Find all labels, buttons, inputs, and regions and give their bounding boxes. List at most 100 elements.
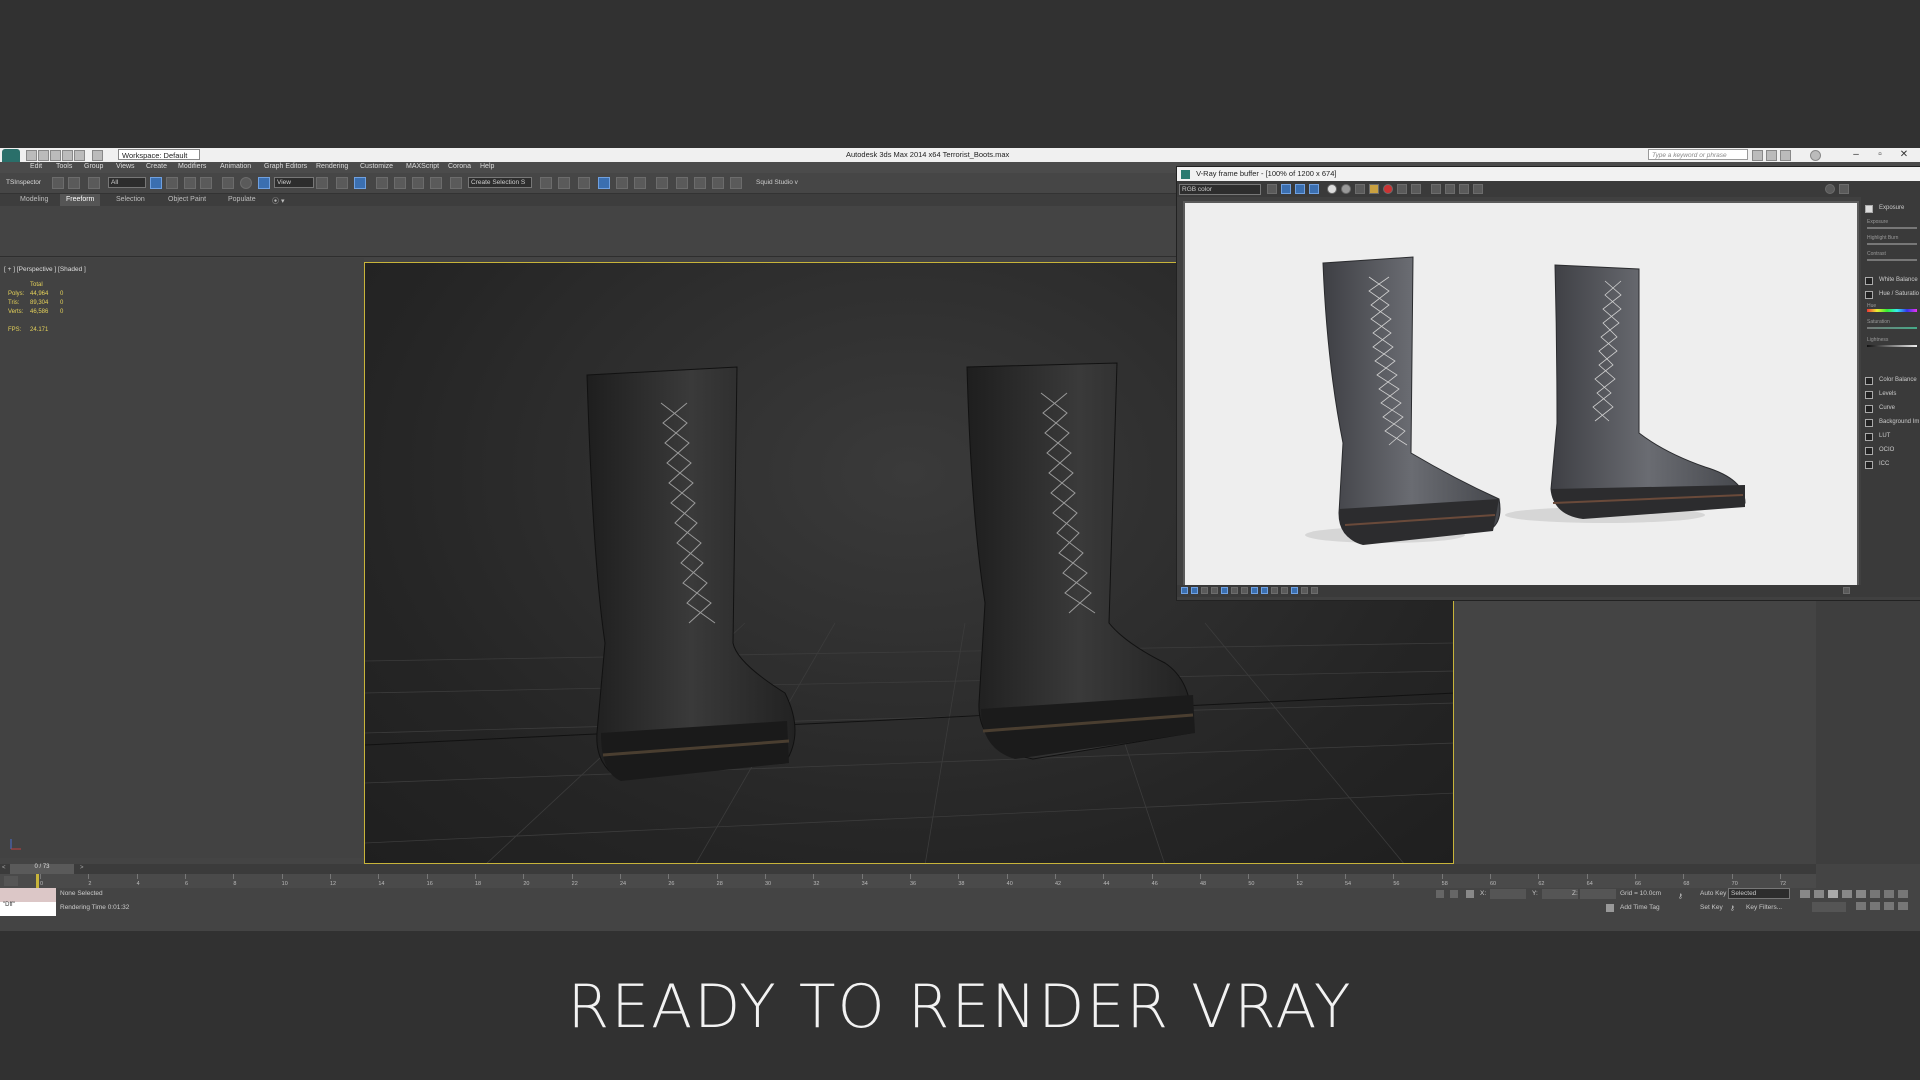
rendered-frame-window-icon[interactable] (694, 177, 706, 189)
schematic-view-icon[interactable] (634, 177, 646, 189)
reference-coordinate-dropdown[interactable]: View (274, 177, 314, 188)
infocenter-icon[interactable] (1752, 150, 1763, 161)
menu-maxscript[interactable]: MAXScript (406, 163, 439, 170)
tab-object-paint[interactable]: Object Paint (168, 196, 206, 203)
ribbon-toggle-icon[interactable]: ⦿ ▾ (272, 196, 284, 206)
vfb-bottom-tool-13-icon[interactable] (1301, 587, 1308, 594)
key-filters-button[interactable]: Key Filters... (1746, 904, 1782, 911)
current-frame-field[interactable] (1812, 902, 1846, 912)
menu-create[interactable]: Create (146, 163, 167, 170)
mono-channel-icon[interactable] (1341, 184, 1351, 194)
select-object-icon[interactable] (150, 177, 162, 189)
key-mode-icon[interactable]: ⚷ (1678, 892, 1692, 902)
keyboard-shortcut-toggle-icon[interactable] (354, 177, 366, 189)
vfb-bottom-tool-12-icon[interactable] (1291, 587, 1298, 594)
undo-icon[interactable] (62, 150, 73, 161)
alpha-channel-icon[interactable] (1327, 184, 1337, 194)
bind-space-warp-icon[interactable] (88, 177, 100, 189)
menu-edit[interactable]: Edit (30, 163, 42, 170)
communication-icon[interactable] (1780, 150, 1791, 161)
menu-tools[interactable]: Tools (56, 163, 72, 170)
scale-icon[interactable] (258, 177, 270, 189)
vfb-bottom-tool-5-icon[interactable] (1221, 587, 1228, 594)
named-selection-dropdown[interactable]: Create Selection S (468, 177, 532, 188)
key-selection-dropdown[interactable]: Selected (1728, 888, 1790, 899)
render-start-icon[interactable] (1825, 184, 1835, 194)
time-slider-prev-icon[interactable]: < (2, 865, 6, 871)
z-coordinate-field[interactable] (1580, 889, 1616, 899)
red-channel-icon[interactable] (1281, 184, 1291, 194)
rotate-icon[interactable] (240, 177, 252, 189)
lightness-slider[interactable] (1867, 345, 1917, 347)
redo-icon[interactable] (74, 150, 85, 161)
ocio-checkbox[interactable] (1865, 447, 1873, 455)
snaps-toggle-icon[interactable] (376, 177, 388, 189)
render-production-icon[interactable] (712, 177, 724, 189)
mirror-icon[interactable] (540, 177, 552, 189)
rendered-image[interactable] (1183, 201, 1859, 587)
maxscript-mini-listener[interactable]: "Dff" (0, 902, 56, 916)
region-render-icon[interactable] (1431, 184, 1441, 194)
vfb-bottom-tool-11-icon[interactable] (1281, 587, 1288, 594)
menu-views[interactable]: Views (116, 163, 135, 170)
clear-image-icon[interactable] (1397, 184, 1407, 194)
isolate-selection-icon[interactable] (1436, 890, 1444, 898)
material-editor-icon[interactable] (656, 177, 668, 189)
menu-modifiers[interactable]: Modifiers (178, 163, 206, 170)
current-frame-marker[interactable] (36, 874, 39, 888)
new-file-icon[interactable] (26, 150, 37, 161)
time-config-icon[interactable] (1856, 902, 1866, 910)
blue-channel-icon[interactable] (1309, 184, 1319, 194)
auto-key-button[interactable]: Auto Key (1700, 890, 1726, 897)
vfb-bottom-tool-1-icon[interactable] (1181, 587, 1188, 594)
levels-checkbox[interactable] (1865, 391, 1873, 399)
menu-animation[interactable]: Animation (220, 163, 251, 170)
exposure-slider[interactable] (1867, 227, 1917, 229)
vfb-bottom-tool-14-icon[interactable] (1311, 587, 1318, 594)
vfb-bottom-tool-4-icon[interactable] (1211, 587, 1218, 594)
unlink-icon[interactable] (68, 177, 80, 189)
window-crossing-icon[interactable] (200, 177, 212, 189)
mini-curve-editor-icon[interactable] (4, 876, 18, 886)
menu-customize[interactable]: Customize (360, 163, 393, 170)
align-icon[interactable] (558, 177, 570, 189)
spinner-snap-icon[interactable] (430, 177, 442, 189)
saturation-slider[interactable] (1867, 327, 1917, 329)
play-icon[interactable] (1828, 890, 1838, 898)
track-mouse-icon[interactable] (1411, 184, 1421, 194)
select-manipulate-icon[interactable] (336, 177, 348, 189)
pixel-info-icon[interactable] (1445, 184, 1455, 194)
menu-corona[interactable]: Corona (448, 163, 471, 170)
white-balance-checkbox[interactable] (1865, 277, 1873, 285)
zoom-icon[interactable] (1870, 890, 1880, 898)
save-image-icon[interactable] (1267, 184, 1277, 194)
green-channel-icon[interactable] (1295, 184, 1305, 194)
exposure-checkbox[interactable] (1865, 205, 1873, 213)
maximize-icon[interactable]: ▫ (1870, 149, 1890, 161)
settings-eye-icon[interactable] (1839, 184, 1849, 194)
vfb-expand-icon[interactable] (1843, 587, 1850, 594)
workspace-dropdown[interactable]: Workspace: Default (118, 149, 200, 160)
lens-effects-icon[interactable] (1473, 184, 1483, 194)
tab-modeling[interactable]: Modeling (20, 196, 48, 203)
rectangular-selection-icon[interactable] (184, 177, 196, 189)
edit-named-selection-icon[interactable] (450, 177, 462, 189)
maxscript-listener-pink[interactable] (0, 888, 56, 902)
go-to-end-icon[interactable] (1856, 890, 1866, 898)
selection-filter-dropdown[interactable]: All (108, 177, 146, 188)
render-setup-icon[interactable] (676, 177, 688, 189)
x-coordinate-field[interactable] (1490, 889, 1526, 899)
vfb-bottom-tool-9-icon[interactable] (1261, 587, 1268, 594)
subscription-icon[interactable] (1766, 150, 1777, 161)
menu-graph-editors[interactable]: Graph Editors (264, 163, 307, 170)
minimize-icon[interactable]: – (1846, 149, 1866, 161)
vfb-bottom-tool-10-icon[interactable] (1271, 587, 1278, 594)
maximize-viewport-icon[interactable] (1898, 902, 1908, 910)
tab-selection[interactable]: Selection (116, 196, 145, 203)
icc-checkbox[interactable] (1865, 461, 1873, 469)
contrast-slider[interactable] (1867, 259, 1917, 261)
absolute-mode-icon[interactable] (1466, 890, 1474, 898)
hue-slider[interactable] (1867, 309, 1917, 312)
color-balance-checkbox[interactable] (1865, 377, 1873, 385)
angle-snap-icon[interactable] (394, 177, 406, 189)
